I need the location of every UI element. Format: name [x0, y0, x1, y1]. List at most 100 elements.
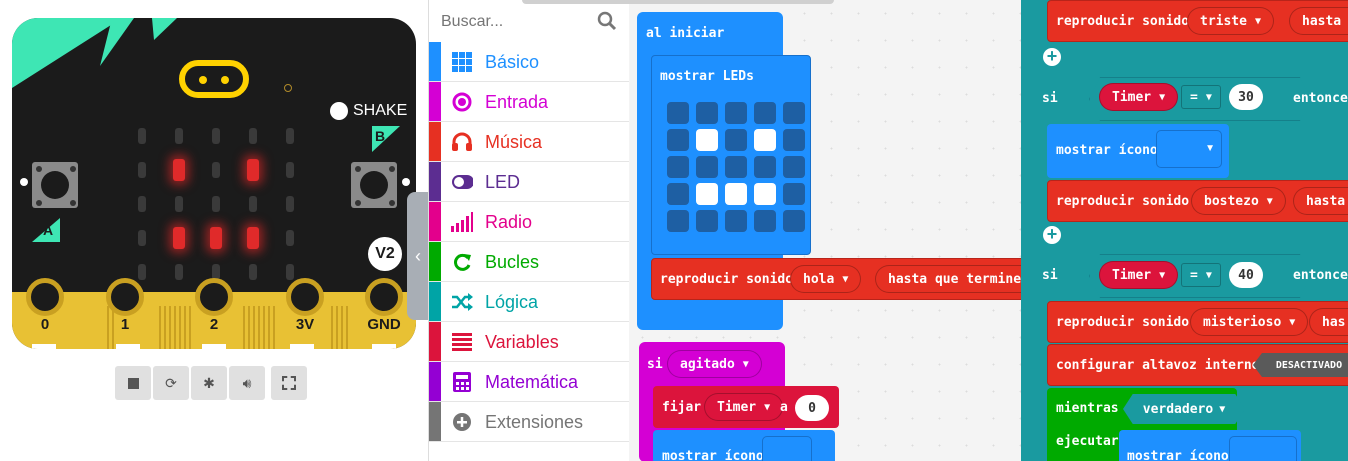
category-matemática[interactable]: Matemática: [429, 362, 629, 402]
value-40[interactable]: 40: [1229, 262, 1263, 288]
icon-preview-2[interactable]: ▼: [1156, 130, 1222, 168]
led-editor-cell[interactable]: [783, 102, 805, 124]
category-label: Variables: [485, 332, 559, 352]
category-radio[interactable]: Radio: [429, 202, 629, 242]
value-30[interactable]: 30: [1229, 84, 1263, 110]
led-editor-cell[interactable]: [667, 156, 689, 178]
led-editor-cell[interactable]: [696, 183, 718, 205]
category-label: Entrada: [485, 92, 549, 112]
led-editor-cell[interactable]: [754, 183, 776, 205]
stop-button[interactable]: [115, 366, 151, 400]
category-color-bar: [429, 42, 441, 81]
led-editor-cell[interactable]: [696, 129, 718, 151]
fullscreen-button[interactable]: [271, 366, 307, 400]
restart-button[interactable]: ⟳: [153, 366, 189, 400]
led-editor-cell[interactable]: [725, 156, 747, 178]
category-led[interactable]: LED: [429, 162, 629, 202]
speaker-label: configurar altavoz interno: [1056, 358, 1260, 373]
until-yawn-dropdown[interactable]: hasta: [1293, 187, 1348, 215]
until-myst-dropdown[interactable]: has: [1309, 308, 1348, 336]
pin-2-hole[interactable]: [195, 278, 233, 316]
led-editor-cell[interactable]: [696, 210, 718, 232]
icon-preview[interactable]: [762, 436, 812, 461]
input-icon: [451, 91, 473, 113]
sound-sad-dropdown[interactable]: triste ▼: [1187, 7, 1274, 35]
search-icon[interactable]: [597, 11, 617, 31]
category-extensiones[interactable]: Extensiones: [429, 402, 629, 442]
volume-button[interactable]: 🔊︎: [229, 366, 265, 400]
sound-dropdown[interactable]: hola ▼: [790, 265, 862, 293]
restart-icon: ⟳: [165, 374, 177, 391]
led-editor-cell[interactable]: [754, 129, 776, 151]
operator-40[interactable]: = ▼: [1181, 263, 1221, 287]
pin-3v-hole[interactable]: [286, 278, 324, 316]
led-editor-cell[interactable]: [754, 102, 776, 124]
led-editor-cell[interactable]: [725, 183, 747, 205]
led-editor-cell[interactable]: [754, 156, 776, 178]
led-editor-cell[interactable]: [725, 102, 747, 124]
led-editor-cell[interactable]: [725, 129, 747, 151]
led-editor-cell[interactable]: [696, 102, 718, 124]
icon-preview-3[interactable]: [1229, 436, 1297, 461]
category-entrada[interactable]: Entrada: [429, 82, 629, 122]
gesture-dropdown[interactable]: agitado ▼: [667, 350, 762, 378]
simulator-panel: SHAKE A B V2 0 1 2 3V GND ⟳ ✱ 🔊︎: [0, 0, 428, 461]
category-color-bar: [429, 82, 441, 121]
timer-var-40[interactable]: Timer ▼: [1099, 261, 1179, 289]
led: [138, 162, 146, 178]
category-lógica[interactable]: Lógica: [429, 282, 629, 322]
debug-button[interactable]: ✱: [191, 366, 227, 400]
microbit-board[interactable]: SHAKE A B V2 0 1 2 3V GND: [12, 18, 416, 349]
led-editor-cell[interactable]: [696, 156, 718, 178]
collapse-simulator-handle[interactable]: ‹: [407, 192, 429, 320]
led-editor-cell[interactable]: [667, 102, 689, 124]
variable-dropdown[interactable]: Timer ▼: [704, 393, 784, 421]
category-básico[interactable]: Básico: [429, 42, 629, 82]
led-editor-cell[interactable]: [667, 210, 689, 232]
value-input[interactable]: 0: [795, 395, 829, 421]
microbit-logo[interactable]: [179, 60, 249, 98]
button-a-label: A: [43, 222, 54, 238]
search-input[interactable]: [439, 6, 603, 38]
led-editor-cell[interactable]: [783, 156, 805, 178]
pin-gnd-hole[interactable]: [365, 278, 403, 316]
add-branch-button[interactable]: +: [1043, 47, 1061, 66]
led-editor-cell[interactable]: [783, 210, 805, 232]
led-editor-cell[interactable]: [667, 183, 689, 205]
until-sad-dropdown[interactable]: hasta q: [1289, 7, 1348, 35]
led-editor-cell[interactable]: [725, 210, 747, 232]
loop-icon: [451, 251, 473, 273]
category-variables[interactable]: Variables: [429, 322, 629, 362]
category-música[interactable]: Música: [429, 122, 629, 162]
speaker-state-toggle[interactable]: DESACTIVADO: [1253, 353, 1348, 377]
led: [212, 196, 220, 212]
pin-2-label: 2: [209, 316, 219, 333]
category-label: Matemática: [485, 372, 579, 392]
category-bucles[interactable]: Bucles: [429, 242, 629, 282]
operator-30[interactable]: = ▼: [1181, 85, 1221, 109]
led-editor-cell[interactable]: [783, 183, 805, 205]
debug-icon: ✱: [203, 374, 215, 391]
led-editor-cell[interactable]: [754, 210, 776, 232]
led-editor-cell[interactable]: [667, 129, 689, 151]
pin-0-hole[interactable]: [26, 278, 64, 316]
sound-myst-dropdown[interactable]: misterioso ▼: [1190, 308, 1309, 336]
led: [175, 264, 183, 280]
set-label: fijar: [662, 400, 702, 415]
led: [173, 227, 185, 249]
pin-1-hole[interactable]: [106, 278, 144, 316]
show-icon-label: mostrar ícono: [662, 449, 764, 461]
toggle-icon: [451, 171, 473, 193]
category-color-bar: [429, 162, 441, 201]
add-branch-button-2[interactable]: +: [1043, 225, 1061, 244]
blocks-workspace[interactable]: al iniciar mostrar LEDs reproducir sonid…: [629, 0, 1348, 461]
if-label-30: si: [1042, 91, 1058, 106]
true-block[interactable]: verdadero ▼: [1123, 394, 1245, 424]
to-label: a: [780, 400, 788, 415]
timer-var-30[interactable]: Timer ▼: [1099, 83, 1179, 111]
signal-icon: [451, 211, 473, 233]
sound-yawn-dropdown[interactable]: bostezo ▼: [1191, 187, 1286, 215]
shake-button[interactable]: [330, 102, 348, 120]
led-editor-cell[interactable]: [783, 129, 805, 151]
button-b-pin: [402, 178, 410, 186]
